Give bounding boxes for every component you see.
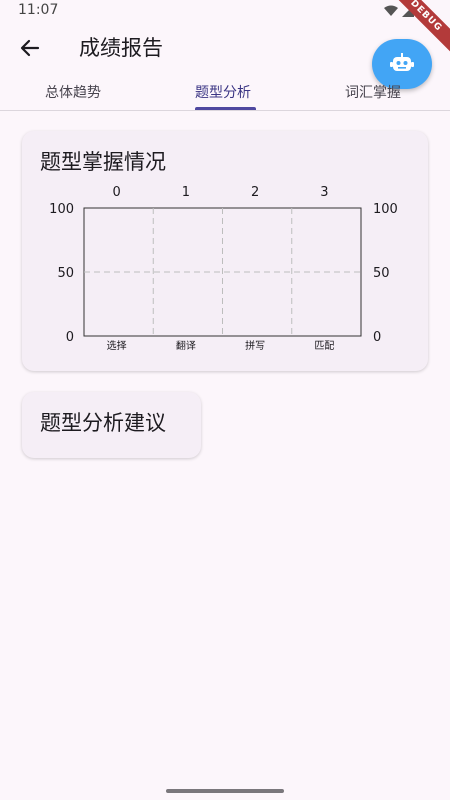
chart-category-label: 拼写 xyxy=(245,339,265,352)
chart-category-label: 选择 xyxy=(107,339,127,352)
tab-question-type-analysis[interactable]: 题型分析 xyxy=(195,82,251,102)
chart-y-tick-label-left: 100 xyxy=(49,202,74,217)
chart-y-tick-label-right: 0 xyxy=(373,330,381,345)
chart-y-tick-label-right: 50 xyxy=(373,266,390,281)
chart-y-tick-label-left: 0 xyxy=(66,330,74,345)
back-button[interactable] xyxy=(14,32,46,64)
chart-top-tick-label: 3 xyxy=(320,185,328,200)
arrow-left-icon xyxy=(20,39,40,57)
tab-indicator xyxy=(195,107,256,110)
status-time: 11:07 xyxy=(18,2,59,18)
chart-top-tick-label: 1 xyxy=(182,185,190,200)
tab-bar: 总体趋势 题型分析 词汇掌握 xyxy=(0,72,450,111)
chart-top-tick-label: 0 xyxy=(112,185,120,200)
status-bar: 11:07 DEBUG xyxy=(0,0,450,65)
home-indicator[interactable] xyxy=(166,789,284,793)
chart-category-label: 翻译 xyxy=(176,340,196,352)
question-type-mastery-card: 题型掌握情况 0 0 50 50 100 100 0 1 2 3 选择 翻译 拼写 匹配 xyxy=(22,131,428,371)
chart-y-tick-label-left: 50 xyxy=(57,266,74,281)
chart-top-tick-label: 2 xyxy=(251,185,259,200)
wifi-icon xyxy=(384,5,398,16)
tab-vocabulary-mastery[interactable]: 词汇掌握 xyxy=(345,82,401,102)
chart-y-tick-label-right: 100 xyxy=(373,202,398,217)
mastery-chart: 0 0 50 50 100 100 0 1 2 3 选择 翻译 拼写 匹配 xyxy=(49,185,398,352)
page-title: 成绩报告 xyxy=(79,36,163,60)
tab-overall-trend[interactable]: 总体趋势 xyxy=(45,82,101,102)
question-type-advice-card[interactable]: 题型分析建议 xyxy=(22,392,201,458)
chart-category-label: 匹配 xyxy=(314,340,334,352)
advice-card-title: 题型分析建议 xyxy=(40,411,166,435)
